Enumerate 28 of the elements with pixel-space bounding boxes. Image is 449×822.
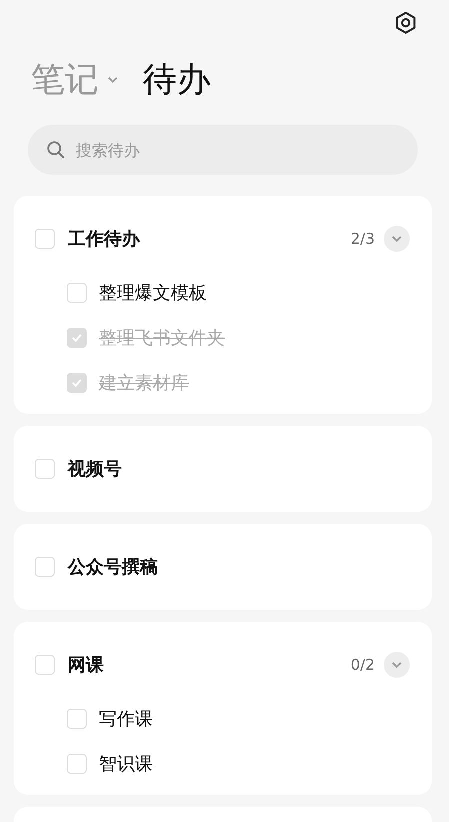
checkbox[interactable] — [35, 229, 55, 249]
settings-icon[interactable] — [394, 11, 418, 35]
todo-title: 视频号 — [68, 458, 123, 481]
subtask-text: 整理飞书文件夹 — [99, 326, 225, 350]
checkbox[interactable] — [67, 708, 87, 728]
checkbox[interactable] — [67, 754, 87, 774]
checkbox[interactable] — [67, 372, 87, 392]
todo-title: 工作待办 — [68, 228, 142, 251]
todo-title: 网课 — [68, 654, 105, 677]
checkbox[interactable] — [67, 328, 87, 348]
search-field[interactable]: 搜索待办 — [28, 125, 418, 175]
subtask-text: 写作课 — [99, 708, 153, 730]
progress-count: 0/2 — [350, 656, 375, 674]
progress-count: 2/3 — [350, 230, 375, 248]
chevron-down-icon — [391, 235, 403, 243]
subtask-text: 整理爆文模板 — [99, 282, 207, 304]
expand-button[interactable] — [384, 226, 410, 252]
checkbox[interactable] — [67, 282, 87, 302]
subtask-text: 智识课 — [99, 752, 153, 776]
checkbox[interactable] — [35, 557, 55, 577]
chevron-down-icon — [391, 661, 403, 669]
todo-title: 公众号撰稿 — [68, 556, 159, 579]
search-icon — [46, 140, 66, 160]
checkbox[interactable] — [35, 459, 55, 479]
tab[interactable]: 待办 — [143, 57, 211, 103]
subtask-text: 建立素材库 — [99, 372, 189, 394]
checkbox[interactable] — [35, 655, 55, 675]
expand-button[interactable] — [384, 652, 410, 678]
